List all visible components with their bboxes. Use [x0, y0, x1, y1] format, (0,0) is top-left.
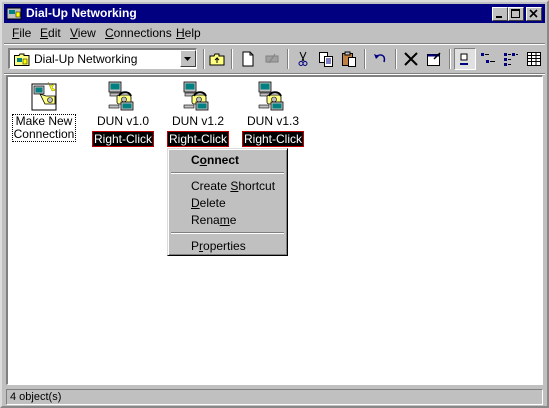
status-panel: 4 object(s) — [6, 389, 543, 405]
context-menu-connect[interactable]: Connect — [191, 153, 239, 167]
delete-button[interactable] — [400, 48, 422, 70]
dun-v13-label: DUN v1.3 — [246, 114, 299, 128]
large-icons-icon — [460, 53, 468, 65]
context-menu: Connect Create Shortcut Delete Rename Pr… — [167, 148, 288, 256]
dun-v10-connection-item[interactable]: DUN v1.0 Right-Click — [90, 80, 156, 147]
context-menu-properties[interactable]: Properties — [191, 239, 246, 253]
context-menu-create-shortcut[interactable]: Create Shortcut — [191, 179, 275, 193]
menu-file-label: ile — [19, 26, 32, 40]
right-click-badge: Right-Click — [166, 131, 229, 147]
map-network-drive-button[interactable] — [237, 48, 259, 70]
list-icon — [504, 53, 518, 66]
small-icons-icon — [481, 53, 495, 63]
menu-connections-label: onnections — [113, 26, 172, 40]
up-one-level-button[interactable] — [206, 48, 228, 70]
cut-icon — [298, 51, 308, 66]
address-dropdown-button[interactable] — [180, 50, 196, 67]
menu-edit-label: dit — [48, 26, 61, 40]
properties-button[interactable] — [423, 48, 445, 70]
title-bar[interactable]: Dial-Up Networking — [4, 4, 545, 23]
toolbar-separator — [203, 49, 205, 69]
cut-button[interactable] — [292, 48, 314, 70]
undo-button[interactable] — [369, 48, 391, 70]
small-icons-button[interactable] — [477, 48, 499, 70]
menu-file[interactable]: File — [12, 26, 31, 41]
dial-up-connection-icon — [183, 81, 209, 111]
make-new-connection-label-line1: Make New — [15, 114, 73, 128]
paste-icon — [342, 51, 356, 67]
mnemonic-letter: m — [219, 213, 230, 227]
maximize-icon — [511, 9, 520, 18]
dun-v13-connection-item[interactable]: DUN v1.3 Right-Click — [240, 80, 306, 147]
menu-help-mnemonic: H — [176, 26, 185, 40]
context-menu-separator — [171, 172, 284, 174]
toolbar-separator — [287, 49, 289, 69]
dun-v10-label: DUN v1.0 — [96, 114, 149, 128]
toolbar-separator — [364, 49, 366, 69]
right-click-badge: Right-Click — [241, 131, 304, 147]
dial-up-connection-icon — [258, 81, 284, 111]
list-button[interactable] — [500, 48, 522, 70]
address-combobox[interactable]: Dial-Up Networking — [8, 48, 197, 69]
context-menu-separator — [171, 232, 284, 234]
toolbar-separator — [231, 49, 233, 69]
dial-up-networking-icon — [7, 7, 22, 20]
disconnect-drive-button[interactable] — [261, 48, 283, 70]
dial-up-folder-icon — [14, 53, 30, 66]
address-text: Dial-Up Networking — [34, 52, 138, 66]
make-new-connection-label-line2: Connection — [13, 127, 75, 141]
copy-button[interactable] — [315, 48, 337, 70]
mnemonic-letter: D — [191, 196, 200, 210]
close-button[interactable] — [526, 7, 542, 21]
details-icon — [527, 52, 541, 66]
menu-connections-mnemonic: C — [105, 26, 114, 40]
menu-edit[interactable]: Edit — [40, 26, 61, 41]
menu-view[interactable]: View — [70, 26, 96, 41]
map-network-drive-icon — [242, 51, 254, 67]
menu-view-mnemonic: V — [70, 26, 78, 40]
up-one-level-icon — [209, 53, 225, 66]
make-new-connection-item[interactable]: Make New Connection — [11, 80, 77, 142]
toolbar: Dial-Up Networking — [4, 45, 545, 73]
right-click-badge: Right-Click — [91, 131, 154, 147]
window-title: Dial-Up Networking — [26, 6, 137, 20]
make-new-connection-icon — [31, 81, 57, 111]
close-icon — [529, 9, 538, 18]
context-menu-rename[interactable]: Rename — [191, 213, 236, 227]
status-text: 4 object(s) — [10, 391, 62, 403]
make-new-connection-label: Make New Connection — [11, 114, 77, 142]
properties-icon — [427, 52, 441, 66]
menu-help-label: elp — [184, 26, 201, 40]
mnemonic-letter: S — [230, 179, 239, 193]
minimize-icon — [496, 16, 502, 18]
delete-icon — [404, 52, 418, 66]
copy-icon — [319, 52, 333, 67]
paste-button[interactable] — [338, 48, 360, 70]
context-menu-delete[interactable]: Delete — [191, 196, 226, 210]
maximize-button[interactable] — [508, 7, 524, 21]
menu-view-label: iew — [77, 26, 96, 40]
mnemonic-letter: o — [199, 153, 208, 167]
disconnect-drive-icon — [265, 53, 279, 64]
dial-up-networking-window: Dial-Up Networking File Edit View Connec… — [0, 0, 549, 408]
menu-help[interactable]: Help — [176, 26, 201, 41]
menu-edit-mnemonic: E — [40, 26, 49, 40]
toolbar-separator — [449, 49, 451, 69]
status-bar: 4 object(s) — [4, 388, 545, 406]
chevron-down-icon — [184, 57, 191, 61]
dun-v12-connection-item[interactable]: DUN v1.2 Right-Click — [165, 80, 231, 147]
menu-bar: File Edit View Connections Help — [4, 24, 545, 43]
details-button[interactable] — [523, 48, 545, 70]
undo-icon — [374, 54, 386, 63]
minimize-button[interactable] — [492, 7, 508, 21]
dun-v12-label: DUN v1.2 — [171, 114, 224, 128]
mnemonic-letter: r — [199, 239, 204, 253]
large-icons-button[interactable] — [454, 48, 476, 70]
menu-connections[interactable]: Connections — [105, 26, 172, 41]
dial-up-connection-icon — [108, 81, 134, 111]
toolbar-separator — [395, 49, 397, 69]
